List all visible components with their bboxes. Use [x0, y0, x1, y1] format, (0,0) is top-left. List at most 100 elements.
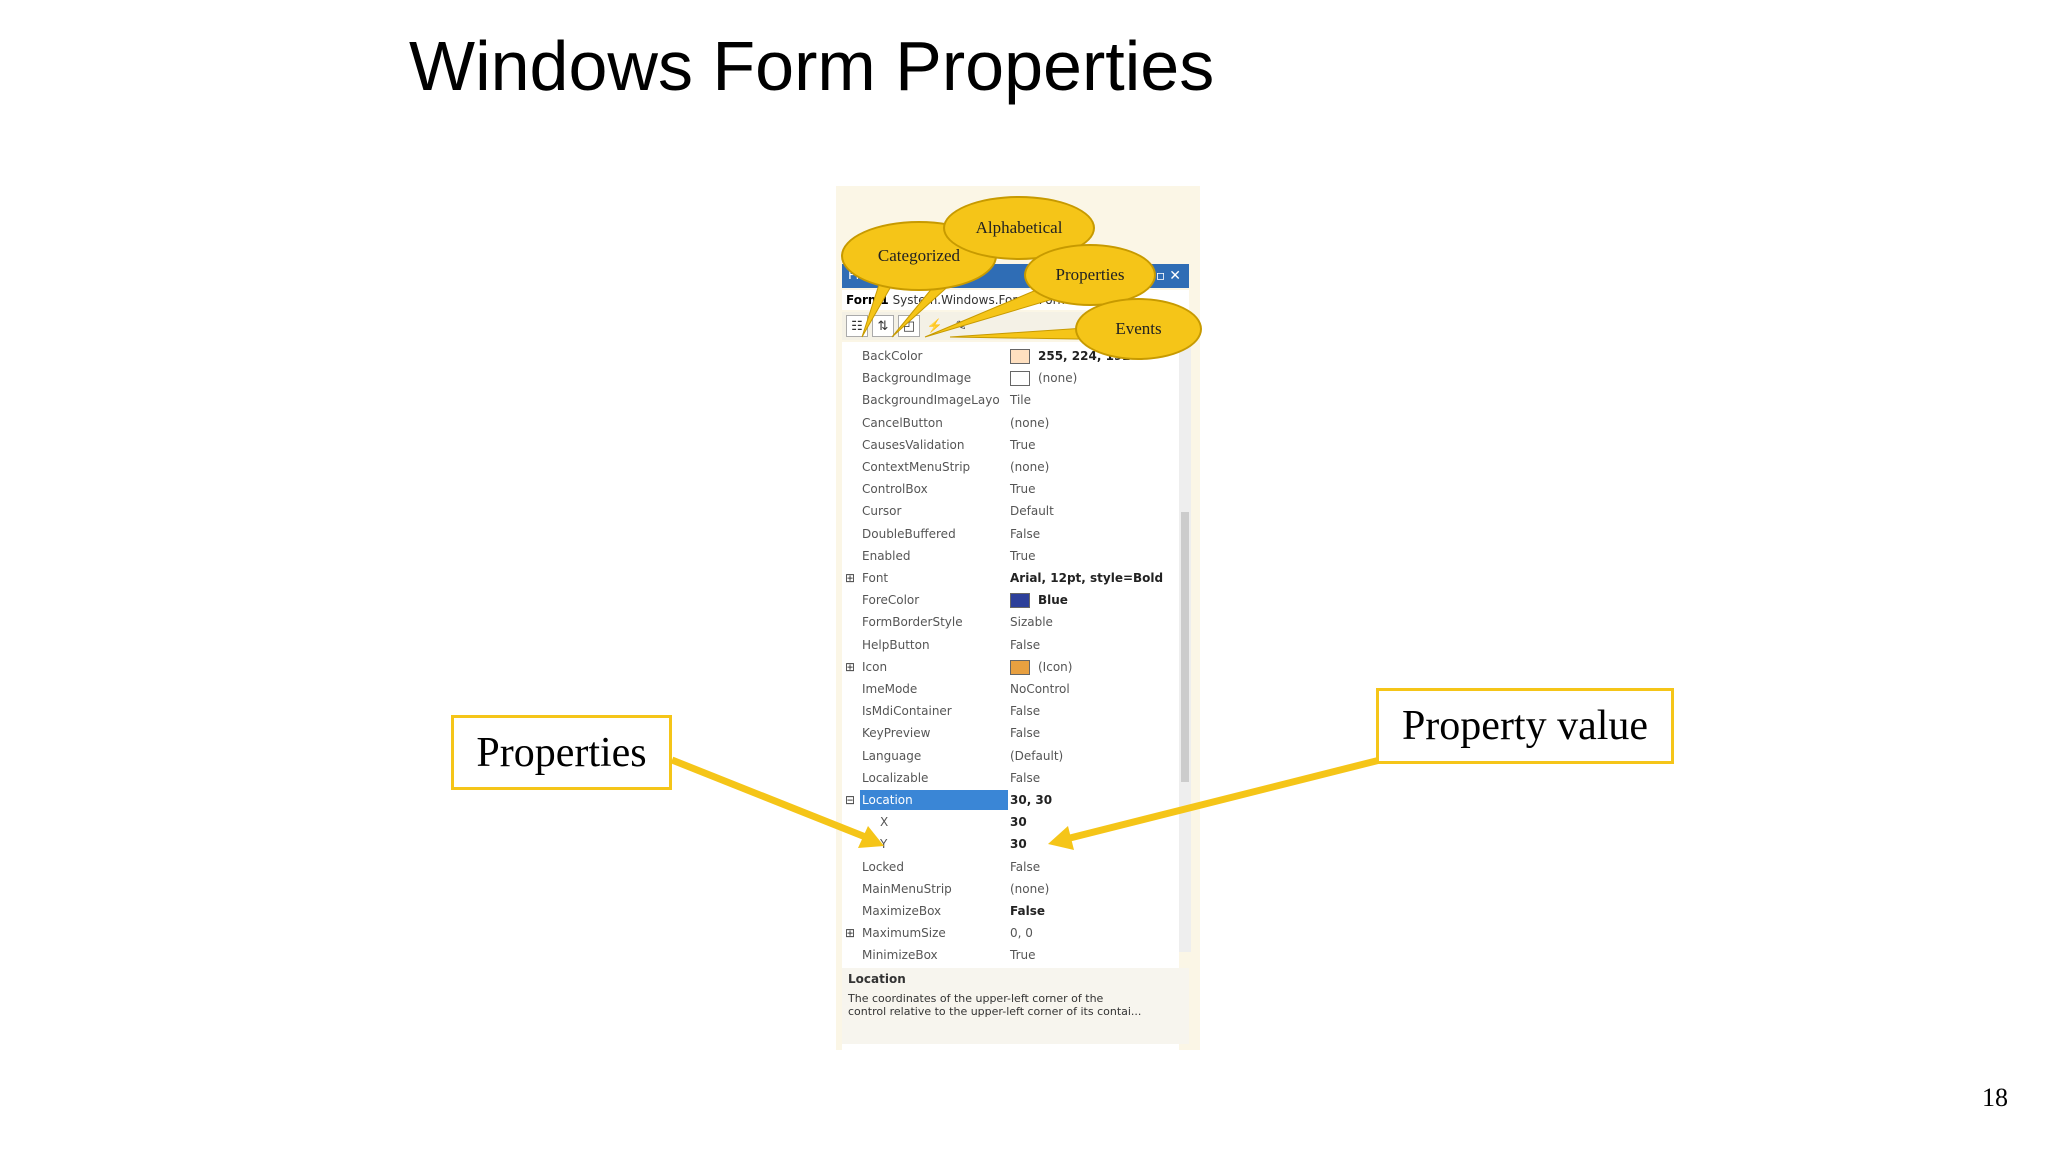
- property-name[interactable]: FormBorderStyle: [860, 612, 1008, 632]
- property-name[interactable]: Enabled: [860, 546, 1008, 566]
- property-name[interactable]: ImeMode: [860, 679, 1008, 699]
- property-value[interactable]: (none): [1010, 457, 1049, 477]
- scrollbar-thumb[interactable]: [1181, 512, 1189, 782]
- property-value[interactable]: Default: [1010, 501, 1054, 521]
- property-name[interactable]: X: [860, 812, 1008, 832]
- property-row[interactable]: CancelButton (none): [842, 413, 1179, 435]
- property-name[interactable]: CausesValidation: [860, 435, 1008, 455]
- property-value[interactable]: False: [1010, 768, 1040, 788]
- property-row[interactable]: MainMenuStrip (none): [842, 879, 1179, 901]
- property-name[interactable]: Language: [860, 746, 1008, 766]
- property-value[interactable]: (none): [1010, 368, 1077, 388]
- property-name[interactable]: ForeColor: [860, 590, 1008, 610]
- property-name[interactable]: HelpButton: [860, 635, 1008, 655]
- property-name[interactable]: Localizable: [860, 768, 1008, 788]
- property-value[interactable]: 0, 0: [1010, 923, 1033, 943]
- property-row[interactable]: FormBorderStyle Sizable: [842, 612, 1179, 634]
- property-name[interactable]: Y: [860, 834, 1008, 854]
- property-name[interactable]: BackgroundImageLayo: [860, 390, 1008, 410]
- property-value[interactable]: Tile: [1010, 390, 1031, 410]
- property-name[interactable]: Icon: [860, 657, 1008, 677]
- property-value[interactable]: True: [1010, 546, 1036, 566]
- property-row[interactable]: CausesValidation True: [842, 435, 1179, 457]
- property-name[interactable]: MinimizeBox: [860, 945, 1008, 965]
- property-value[interactable]: False: [1010, 901, 1045, 921]
- expand-icon[interactable]: ⊞: [845, 926, 857, 940]
- property-value[interactable]: 30: [1010, 812, 1027, 832]
- property-name[interactable]: ContextMenuStrip: [860, 457, 1008, 477]
- property-row[interactable]: MinimizeBox True: [842, 945, 1179, 967]
- property-name[interactable]: MaximumSize: [860, 923, 1008, 943]
- property-value-text: (Icon): [1038, 659, 1073, 674]
- property-value[interactable]: 30, 30: [1010, 790, 1052, 810]
- property-name[interactable]: Location: [860, 790, 1008, 810]
- property-row[interactable]: HelpButton False: [842, 635, 1179, 657]
- property-row[interactable]: ⊞ MaximumSize 0, 0: [842, 923, 1179, 945]
- property-name[interactable]: ControlBox: [860, 479, 1008, 499]
- property-value[interactable]: 30: [1010, 834, 1027, 854]
- property-row[interactable]: Localizable False: [842, 768, 1179, 790]
- property-row[interactable]: ForeColor Blue: [842, 590, 1179, 612]
- property-name[interactable]: IsMdiContainer: [860, 701, 1008, 721]
- property-row[interactable]: DoubleBuffered False: [842, 524, 1179, 546]
- property-name[interactable]: MaximizeBox: [860, 901, 1008, 921]
- property-value[interactable]: Arial, 12pt, style=Bold: [1010, 568, 1163, 588]
- property-value[interactable]: False: [1010, 857, 1040, 877]
- properties-icon[interactable]: ◰: [898, 315, 920, 337]
- property-name[interactable]: BackColor: [860, 346, 1008, 366]
- property-row[interactable]: BackgroundImage (none): [842, 368, 1179, 390]
- events-icon[interactable]: ⚡: [924, 315, 946, 337]
- property-row[interactable]: KeyPreview False: [842, 723, 1179, 745]
- property-value[interactable]: Blue: [1010, 590, 1068, 610]
- property-name[interactable]: Font: [860, 568, 1008, 588]
- slide-title: Windows Form Properties: [409, 27, 1215, 105]
- property-pages-icon[interactable]: ✎: [950, 315, 972, 337]
- property-value[interactable]: True: [1010, 435, 1036, 455]
- property-name[interactable]: CancelButton: [860, 413, 1008, 433]
- alphabetical-icon[interactable]: ⇅: [872, 315, 894, 337]
- property-value[interactable]: False: [1010, 524, 1040, 544]
- property-value[interactable]: True: [1010, 479, 1036, 499]
- property-row[interactable]: IsMdiContainer False: [842, 701, 1179, 723]
- property-value[interactable]: False: [1010, 635, 1040, 655]
- property-row[interactable]: ⊟ Location 30, 30: [842, 790, 1179, 812]
- property-row[interactable]: X 30: [842, 812, 1179, 834]
- property-name[interactable]: Locked: [860, 857, 1008, 877]
- expand-icon[interactable]: ⊞: [845, 571, 857, 585]
- property-row[interactable]: Cursor Default: [842, 501, 1179, 523]
- close-icon[interactable]: ✕: [1169, 268, 1185, 284]
- property-value[interactable]: (Icon): [1010, 657, 1072, 677]
- property-value[interactable]: (Default): [1010, 746, 1063, 766]
- property-value-text: False: [1010, 770, 1041, 785]
- dock-icon[interactable]: ▫: [1156, 268, 1170, 284]
- property-name[interactable]: Cursor: [860, 501, 1008, 521]
- property-name[interactable]: BackgroundImage: [860, 368, 1008, 388]
- property-row[interactable]: ControlBox True: [842, 479, 1179, 501]
- property-value[interactable]: False: [1010, 701, 1040, 721]
- property-value[interactable]: NoControl: [1010, 679, 1070, 699]
- property-value-text: NoControl: [1010, 682, 1070, 696]
- property-row[interactable]: ContextMenuStrip (none): [842, 457, 1179, 479]
- expand-icon[interactable]: ⊞: [845, 660, 857, 674]
- collapse-icon[interactable]: ⊟: [845, 793, 857, 807]
- property-value[interactable]: False: [1010, 723, 1040, 743]
- property-name[interactable]: KeyPreview: [860, 723, 1008, 743]
- property-row[interactable]: ⊞ Font Arial, 12pt, style=Bold: [842, 568, 1179, 590]
- property-row[interactable]: Y 30: [842, 834, 1179, 856]
- property-value-text: True: [1010, 948, 1036, 963]
- property-name[interactable]: MainMenuStrip: [860, 879, 1008, 899]
- property-row[interactable]: Language (Default): [842, 746, 1179, 768]
- property-value[interactable]: Sizable: [1010, 612, 1053, 632]
- property-value[interactable]: (none): [1010, 413, 1049, 433]
- property-row[interactable]: ImeMode NoControl: [842, 679, 1179, 701]
- property-row[interactable]: ⊞ Icon (Icon): [842, 657, 1179, 679]
- categorized-icon[interactable]: ☷: [846, 315, 868, 337]
- grid-scrollbar[interactable]: [1179, 342, 1191, 952]
- property-row[interactable]: Locked False: [842, 857, 1179, 879]
- property-row[interactable]: MaximizeBox False: [842, 901, 1179, 923]
- property-row[interactable]: Enabled True: [842, 546, 1179, 568]
- property-name[interactable]: DoubleBuffered: [860, 524, 1008, 544]
- property-row[interactable]: BackgroundImageLayo Tile: [842, 390, 1179, 412]
- property-value[interactable]: (none): [1010, 879, 1049, 899]
- property-value[interactable]: True: [1010, 945, 1036, 965]
